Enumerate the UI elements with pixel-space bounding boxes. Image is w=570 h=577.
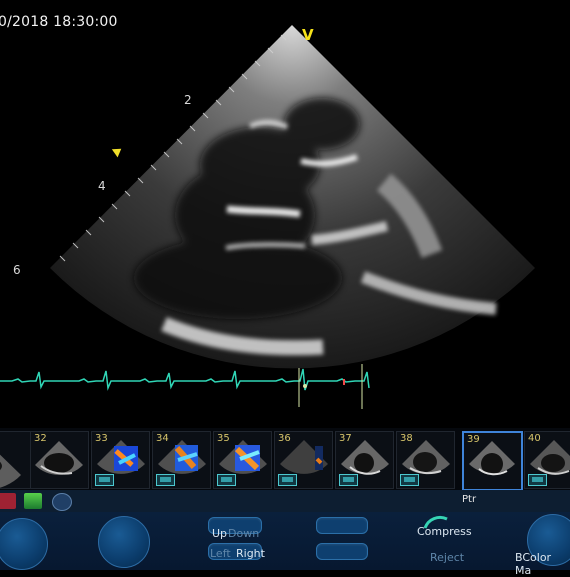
ultrasound-image	[0, 25, 535, 409]
ultrasound-viewer: 0/2018 18:30:00 V 2 4 6	[0, 0, 570, 425]
depth-label-6: 6	[13, 263, 21, 277]
ecg-markers	[298, 364, 363, 409]
right-label: Right	[236, 547, 265, 560]
thumbnail-label: 34	[156, 433, 169, 444]
datetime-label: 0/2018 18:30:00	[0, 14, 118, 30]
thumbnail-item-selected[interactable]: 39	[462, 431, 523, 491]
thumbnail-item[interactable]: 40	[524, 431, 570, 489]
thumbnail-label: 40	[528, 433, 541, 444]
thumbnail-label: 38	[400, 433, 413, 444]
upper-pad-button[interactable]	[316, 517, 368, 534]
film-icon	[528, 474, 547, 486]
film-icon	[217, 474, 236, 486]
film-icon	[339, 474, 358, 486]
thumbnail-item[interactable]	[0, 431, 31, 489]
ecg-trace	[0, 368, 370, 391]
film-icon	[156, 474, 175, 486]
up-label: Up	[212, 527, 228, 540]
second-knob[interactable]	[98, 516, 150, 568]
thumbnail-label: 32	[34, 433, 47, 444]
thumbnail-item[interactable]: 35	[213, 431, 272, 489]
thumbnail-label: 35	[217, 433, 230, 444]
film-icon	[400, 474, 419, 486]
thumbnail-item[interactable]: 38	[396, 431, 455, 489]
thumbnail-item[interactable]: 32	[30, 431, 89, 489]
pointer-icon[interactable]	[0, 493, 16, 509]
thumbnail-strip: 32 33 34 35 36 37 38 39 40	[0, 428, 570, 491]
thumbnail-item[interactable]: 36	[274, 431, 333, 489]
orientation-marker: V	[302, 26, 314, 44]
clip-icon[interactable]	[24, 493, 42, 509]
left-label: Left	[210, 547, 231, 560]
compress-label: Compress	[417, 525, 472, 538]
thumbnail-label: 39	[467, 434, 480, 445]
lower-pad-button[interactable]	[316, 543, 368, 560]
thumbnail-label: 33	[95, 433, 108, 444]
thumbnail-label: 36	[278, 433, 291, 444]
down-label: Down	[228, 527, 260, 540]
pointer-label: Ptr	[462, 494, 477, 505]
thumbnail-item[interactable]: 37	[335, 431, 394, 489]
tool-row: Ptr	[0, 490, 570, 512]
film-icon	[95, 474, 114, 486]
thumbnail-item[interactable]: 33	[91, 431, 150, 489]
reject-label: Reject	[430, 551, 465, 564]
bcolor-label: BColor Ma	[515, 551, 552, 577]
depth-label-2: 2	[184, 93, 192, 107]
circle-icon[interactable]	[52, 493, 72, 511]
control-pad: Up Down Left Right Compress Reject BColo…	[0, 512, 570, 577]
depth-label-4: 4	[98, 179, 106, 193]
film-icon	[278, 474, 297, 486]
thumbnail-label: 37	[339, 433, 352, 444]
left-knob[interactable]	[0, 518, 48, 570]
thumbnail-item[interactable]: 34	[152, 431, 211, 489]
